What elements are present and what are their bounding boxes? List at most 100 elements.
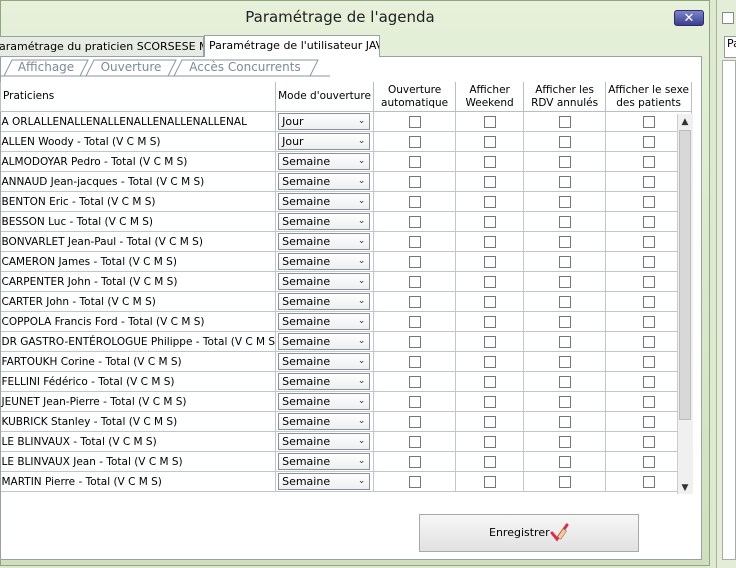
weekend-checkbox[interactable] bbox=[483, 295, 496, 308]
sexe-checkbox[interactable] bbox=[642, 435, 655, 448]
rdv-checkbox[interactable] bbox=[558, 135, 571, 148]
auto-checkbox[interactable] bbox=[408, 315, 421, 328]
rdv-checkbox[interactable] bbox=[558, 275, 571, 288]
auto-checkbox[interactable] bbox=[408, 435, 421, 448]
mode-select[interactable]: Semaine ⌄ bbox=[278, 293, 371, 310]
auto-checkbox[interactable] bbox=[408, 175, 421, 188]
weekend-checkbox[interactable] bbox=[483, 235, 496, 248]
rdv-checkbox[interactable] bbox=[558, 415, 571, 428]
scroll-up-icon[interactable]: ▲ bbox=[679, 116, 691, 128]
rdv-checkbox[interactable] bbox=[558, 315, 571, 328]
mode-select[interactable]: Semaine ⌄ bbox=[278, 173, 371, 190]
chevron-down-icon[interactable]: ⌄ bbox=[356, 196, 367, 207]
rdv-checkbox[interactable] bbox=[558, 395, 571, 408]
table-row[interactable]: LE BLINVAUX - Total (V C M S) Semaine ⌄ bbox=[0, 431, 693, 452]
sexe-checkbox[interactable] bbox=[642, 235, 655, 248]
table-row[interactable]: BENTON Eric - Total (V C M S) Semaine ⌄ bbox=[0, 191, 693, 212]
chevron-down-icon[interactable]: ⌄ bbox=[356, 176, 367, 187]
table-row[interactable]: FELLINI Fédérico - Total (V C M S) Semain… bbox=[0, 371, 693, 392]
sexe-checkbox[interactable] bbox=[642, 275, 655, 288]
mode-select[interactable]: Semaine ⌄ bbox=[278, 153, 371, 170]
mode-select[interactable]: Semaine ⌄ bbox=[278, 253, 371, 270]
table-row[interactable]: BESSON Luc - Total (V C M S) Semaine ⌄ bbox=[0, 211, 693, 232]
rdv-checkbox[interactable] bbox=[558, 115, 571, 128]
mode-select[interactable]: Semaine ⌄ bbox=[278, 373, 371, 390]
weekend-checkbox[interactable] bbox=[483, 155, 496, 168]
chevron-down-icon[interactable]: ⌄ bbox=[356, 476, 367, 487]
auto-checkbox[interactable] bbox=[408, 155, 421, 168]
mode-select[interactable]: Semaine ⌄ bbox=[278, 453, 371, 470]
mode-select[interactable]: Semaine ⌄ bbox=[278, 413, 371, 430]
table-row[interactable]: FARTOUKH Corine - Total (V C M S) Semaine… bbox=[0, 351, 693, 372]
close-button[interactable]: ✕ bbox=[674, 10, 704, 26]
mode-select[interactable]: Semaine ⌄ bbox=[278, 333, 371, 350]
sexe-checkbox[interactable] bbox=[642, 295, 655, 308]
weekend-checkbox[interactable] bbox=[483, 315, 496, 328]
sub-tab-acces-concurrents[interactable]: Accès Concurrents bbox=[182, 59, 308, 76]
mode-select[interactable]: Semaine ⌄ bbox=[278, 313, 371, 330]
weekend-checkbox[interactable] bbox=[483, 135, 496, 148]
rdv-checkbox[interactable] bbox=[558, 335, 571, 348]
chevron-down-icon[interactable]: ⌄ bbox=[356, 136, 367, 147]
table-row[interactable]: DR GASTRO-ENTÉROLOGUE Philippe - Total (… bbox=[0, 331, 693, 352]
auto-checkbox[interactable] bbox=[408, 295, 421, 308]
sexe-checkbox[interactable] bbox=[642, 215, 655, 228]
table-row[interactable]: ANNAUD Jean-jacques - Total (V C M S) Sem… bbox=[0, 171, 693, 192]
mode-select[interactable]: Semaine ⌄ bbox=[278, 473, 371, 490]
sub-tab-affichage[interactable]: Affichage bbox=[12, 59, 80, 76]
rdv-checkbox[interactable] bbox=[558, 455, 571, 468]
weekend-checkbox[interactable] bbox=[483, 355, 496, 368]
scroll-down-icon[interactable]: ▼ bbox=[679, 482, 691, 494]
auto-checkbox[interactable] bbox=[408, 115, 421, 128]
table-row[interactable]: MARTIN Pierre - Total (V C M S) Semaine ⌄ bbox=[0, 471, 693, 492]
mode-select[interactable]: Semaine ⌄ bbox=[278, 233, 371, 250]
table-row[interactable]: COPPOLA Francis Ford - Total (V C M S) Se… bbox=[0, 311, 693, 332]
weekend-checkbox[interactable] bbox=[483, 175, 496, 188]
sexe-checkbox[interactable] bbox=[642, 375, 655, 388]
sexe-checkbox[interactable] bbox=[642, 175, 655, 188]
sexe-checkbox[interactable] bbox=[642, 155, 655, 168]
rdv-checkbox[interactable] bbox=[558, 435, 571, 448]
auto-checkbox[interactable] bbox=[408, 355, 421, 368]
header-auto[interactable]: Ouverture automatique bbox=[373, 82, 457, 112]
weekend-checkbox[interactable] bbox=[483, 115, 496, 128]
mode-select[interactable]: Semaine ⌄ bbox=[278, 393, 371, 410]
rdv-checkbox[interactable] bbox=[558, 215, 571, 228]
sexe-checkbox[interactable] bbox=[642, 195, 655, 208]
chevron-down-icon[interactable]: ⌄ bbox=[356, 416, 367, 427]
weekend-checkbox[interactable] bbox=[483, 375, 496, 388]
table-row[interactable]: ALMODOYAR Pedro - Total (V C M S) Semaine… bbox=[0, 151, 693, 172]
tab-utilisateur[interactable]: Paramétrage de l'utilisateur JAVAD bbox=[204, 35, 380, 57]
sexe-checkbox[interactable] bbox=[642, 455, 655, 468]
auto-checkbox[interactable] bbox=[408, 255, 421, 268]
rdv-checkbox[interactable] bbox=[558, 155, 571, 168]
header-mode[interactable]: Mode d'ouverture bbox=[275, 82, 375, 112]
scrollbar-thumb[interactable] bbox=[679, 130, 691, 420]
weekend-checkbox[interactable] bbox=[483, 195, 496, 208]
chevron-down-icon[interactable]: ⌄ bbox=[356, 236, 367, 247]
background-window-checkbox[interactable] bbox=[722, 12, 734, 24]
sexe-checkbox[interactable] bbox=[642, 355, 655, 368]
weekend-checkbox[interactable] bbox=[483, 415, 496, 428]
sexe-checkbox[interactable] bbox=[642, 315, 655, 328]
auto-checkbox[interactable] bbox=[408, 475, 421, 488]
mode-select[interactable]: Semaine ⌄ bbox=[278, 213, 371, 230]
sexe-checkbox[interactable] bbox=[642, 415, 655, 428]
weekend-checkbox[interactable] bbox=[483, 395, 496, 408]
auto-checkbox[interactable] bbox=[408, 235, 421, 248]
mode-select[interactable]: Jour ⌄ bbox=[278, 113, 371, 130]
chevron-down-icon[interactable]: ⌄ bbox=[356, 296, 367, 307]
rdv-checkbox[interactable] bbox=[558, 195, 571, 208]
rdv-checkbox[interactable] bbox=[558, 255, 571, 268]
auto-checkbox[interactable] bbox=[408, 275, 421, 288]
chevron-down-icon[interactable]: ⌄ bbox=[356, 316, 367, 327]
sexe-checkbox[interactable] bbox=[642, 335, 655, 348]
table-row[interactable]: LE BLINVAUX Jean - Total (V C M S) Semain… bbox=[0, 451, 693, 472]
table-row[interactable]: KUBRICK Stanley - Total (V C M S) Semaine… bbox=[0, 411, 693, 432]
auto-checkbox[interactable] bbox=[408, 135, 421, 148]
auto-checkbox[interactable] bbox=[408, 415, 421, 428]
rdv-checkbox[interactable] bbox=[558, 235, 571, 248]
chevron-down-icon[interactable]: ⌄ bbox=[356, 376, 367, 387]
table-row[interactable]: JEUNET Jean-Pierre - Total (V C M S) Sema… bbox=[0, 391, 693, 412]
tab-praticien[interactable]: aramétrage du praticien SCORSESE Martin bbox=[0, 36, 204, 56]
